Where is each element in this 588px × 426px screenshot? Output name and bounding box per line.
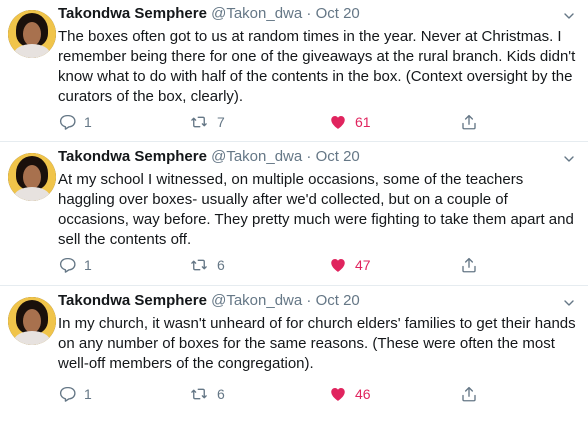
retweet-count: 6 <box>217 386 225 402</box>
share-icon <box>460 385 478 403</box>
tweet[interactable]: Takondwa Semphere @Takon_dwa · Oct 20 In… <box>0 287 588 426</box>
reply-count: 1 <box>84 257 92 273</box>
retweet-button[interactable]: 6 <box>189 385 225 403</box>
reply-button[interactable]: 1 <box>58 113 92 131</box>
tweet-date[interactable]: Oct 20 <box>316 292 360 309</box>
reply-button[interactable]: 1 <box>58 385 92 403</box>
reply-icon <box>58 113 76 131</box>
share-button[interactable] <box>460 113 478 131</box>
retweet-count: 6 <box>217 257 225 273</box>
share-icon <box>460 256 478 274</box>
retweet-icon <box>189 385 209 403</box>
share-button[interactable] <box>460 256 478 274</box>
share-icon <box>460 113 478 131</box>
chevron-down-icon[interactable] <box>564 8 574 19</box>
avatar[interactable] <box>8 10 56 58</box>
tweet-text: In my church, it wasn't unheard of for c… <box>58 315 576 372</box>
tweet-date[interactable]: Oct 20 <box>316 5 360 22</box>
retweet-count: 7 <box>217 114 225 130</box>
tweet-date[interactable]: Oct 20 <box>316 148 360 165</box>
share-button[interactable] <box>460 385 478 403</box>
tweet-header: Takondwa Semphere @Takon_dwa · Oct 20 <box>58 292 360 309</box>
heart-icon <box>329 256 347 274</box>
avatar[interactable] <box>8 153 56 201</box>
like-count: 61 <box>355 114 371 130</box>
like-button[interactable]: 61 <box>329 113 371 131</box>
reply-button[interactable]: 1 <box>58 256 92 274</box>
retweet-icon <box>189 113 209 131</box>
tweet[interactable]: Takondwa Semphere @Takon_dwa · Oct 20 At… <box>0 143 588 282</box>
author-name[interactable]: Takondwa Semphere <box>58 292 207 309</box>
chevron-down-icon[interactable] <box>564 295 574 306</box>
tweet-header: Takondwa Semphere @Takon_dwa · Oct 20 <box>58 148 360 165</box>
retweet-button[interactable]: 6 <box>189 256 225 274</box>
heart-icon <box>329 385 347 403</box>
tweet-actions: 1 7 61 <box>58 113 578 131</box>
separator-dot: · <box>306 148 312 165</box>
heart-icon <box>329 113 347 131</box>
like-count: 46 <box>355 386 371 402</box>
author-name[interactable]: Takondwa Semphere <box>58 148 207 165</box>
reply-count: 1 <box>84 114 92 130</box>
reply-icon <box>58 385 76 403</box>
separator-dot: · <box>306 5 312 22</box>
retweet-button[interactable]: 7 <box>189 113 225 131</box>
like-button[interactable]: 46 <box>329 385 371 403</box>
separator-dot: · <box>306 292 312 309</box>
like-count: 47 <box>355 257 371 273</box>
author-name[interactable]: Takondwa Semphere <box>58 5 207 22</box>
tweet-header: Takondwa Semphere @Takon_dwa · Oct 20 <box>58 5 360 22</box>
divider <box>0 285 588 286</box>
avatar[interactable] <box>8 297 56 345</box>
chevron-down-icon[interactable] <box>564 151 574 162</box>
retweet-icon <box>189 256 209 274</box>
tweet-text: The boxes often got to us at random time… <box>58 28 576 105</box>
tweet-actions: 1 6 46 <box>58 385 578 403</box>
reply-icon <box>58 256 76 274</box>
author-handle[interactable]: @Takon_dwa <box>211 148 302 165</box>
tweet[interactable]: Takondwa Semphere @Takon_dwa · Oct 20 Th… <box>0 0 588 139</box>
author-handle[interactable]: @Takon_dwa <box>211 292 302 309</box>
reply-count: 1 <box>84 386 92 402</box>
author-handle[interactable]: @Takon_dwa <box>211 5 302 22</box>
like-button[interactable]: 47 <box>329 256 371 274</box>
divider <box>0 141 588 142</box>
tweet-text: At my school I witnessed, on multiple oc… <box>58 171 574 248</box>
tweet-actions: 1 6 47 <box>58 256 578 274</box>
